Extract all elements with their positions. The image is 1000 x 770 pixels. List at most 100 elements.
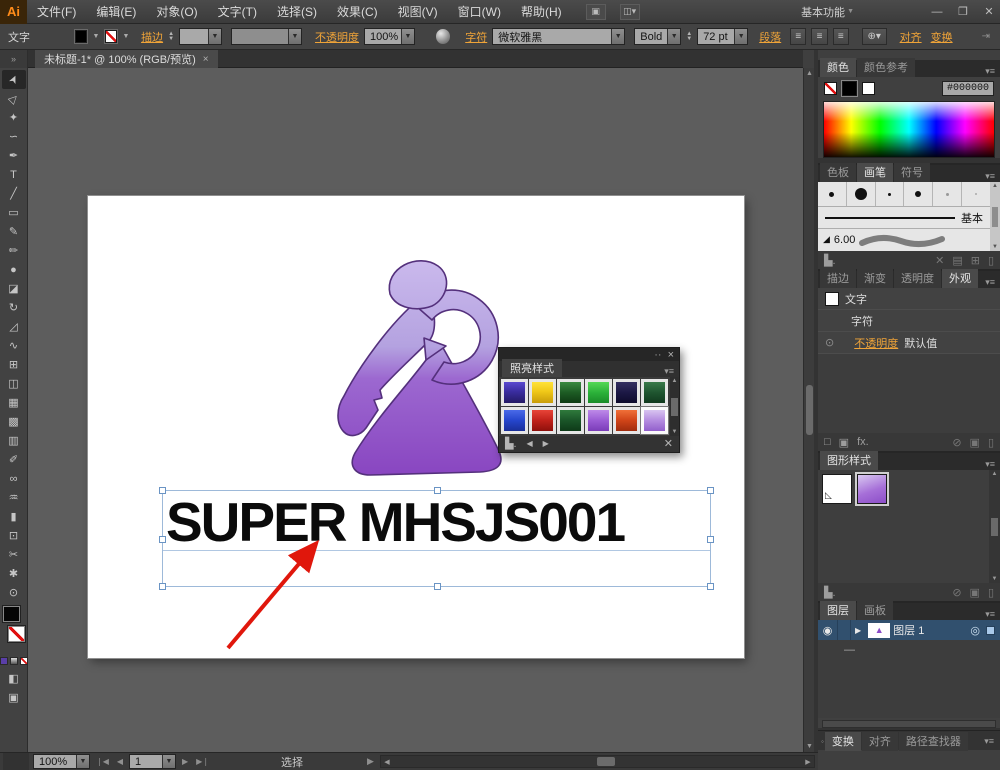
gradient-button[interactable] xyxy=(9,657,18,665)
envelope-distort-icon[interactable]: ⊕▾ xyxy=(861,28,887,45)
menu-window[interactable]: 窗口(W) xyxy=(448,0,511,24)
next-artboard-icon[interactable]: ▶ xyxy=(180,757,190,766)
style-library-tab[interactable]: 照亮样式 xyxy=(502,359,562,377)
tab-layers[interactable]: 图层 xyxy=(820,601,856,620)
layer-expand-icon[interactable]: ▶ xyxy=(851,626,865,635)
menu-type[interactable]: 文字(T) xyxy=(208,0,267,24)
tab-graphic-styles[interactable]: 图形样式 xyxy=(820,451,878,470)
stroke-panel-link[interactable]: 描边 xyxy=(141,29,163,45)
white-swatch[interactable] xyxy=(862,82,875,95)
new-style-icon[interactable]: ▣ xyxy=(970,586,980,599)
document-tab[interactable]: 未标题-1* @ 100% (RGB/预览) × xyxy=(35,50,218,68)
canvas[interactable]: SUPER MHSJS001 ·· × 照亮样式 ▾≡ ▲ ▼ ▙. ◀ ▶ ✕ xyxy=(28,68,803,752)
layer-lock-cell[interactable] xyxy=(838,620,851,640)
tool-rotate[interactable]: ↻ xyxy=(2,298,26,317)
new-brush-icon[interactable]: ⊞ xyxy=(971,254,980,267)
color-spectrum[interactable] xyxy=(823,101,995,158)
panel-menu-icon[interactable]: ▾≡ xyxy=(982,171,998,182)
stroke-dropdown-icon[interactable]: ▼ xyxy=(122,33,130,40)
tool-symbol-sprayer[interactable]: ♒ xyxy=(2,488,26,507)
brush-options-icon[interactable]: ▤ xyxy=(952,254,962,267)
font-size-stepper[interactable]: ▲ ▼ xyxy=(686,31,692,42)
none-button[interactable] xyxy=(19,657,28,665)
scroll-thumb[interactable] xyxy=(991,517,998,536)
remove-brush-stroke-icon[interactable]: ✕ xyxy=(935,254,944,267)
menu-effect[interactable]: 效果(C) xyxy=(327,0,388,24)
appearance-row-opacity[interactable]: ⊙ 不透明度 默认值 xyxy=(818,332,1000,354)
tool-slice[interactable]: ✂ xyxy=(2,545,26,564)
font-family-dropdown[interactable]: 微软雅黑 ▼ xyxy=(492,28,626,45)
tool-eyedropper[interactable]: ✐ xyxy=(2,450,26,469)
scroll-down-icon[interactable]: ▼ xyxy=(672,429,678,435)
tool-pen[interactable]: ✒ xyxy=(2,146,26,165)
opacity-dropdown[interactable]: 100% ▼ xyxy=(364,28,416,45)
scroll-thumb[interactable] xyxy=(992,206,998,227)
opacity-link[interactable]: 不透明度 xyxy=(854,335,898,351)
purple-gradient-style-swatch[interactable] xyxy=(855,472,889,506)
handle-bottom-left[interactable] xyxy=(159,583,166,590)
menu-object[interactable]: 对象(O) xyxy=(146,0,207,24)
opacity-panel-link[interactable]: 不透明度 xyxy=(315,29,359,45)
tab-appearance[interactable]: 外观 xyxy=(942,269,978,288)
fill-swatch[interactable] xyxy=(2,606,20,622)
layers-bottom-scrollbar[interactable] xyxy=(822,720,996,728)
tab-symbols[interactable]: 符号 xyxy=(894,163,930,182)
stroke-weight-stepper[interactable]: ▲ ▼ xyxy=(168,31,174,42)
new-fill-icon[interactable]: ▣ xyxy=(839,436,849,449)
menu-edit[interactable]: 编辑(E) xyxy=(86,0,146,24)
prev-artboard-icon[interactable]: ◀ xyxy=(115,757,125,766)
tool-hand[interactable]: ✱ xyxy=(2,564,26,583)
tab-transparency[interactable]: 透明度 xyxy=(894,269,941,288)
tool-scale[interactable]: ◿ xyxy=(2,317,26,336)
library-menu-icon[interactable]: ▙. xyxy=(505,437,517,450)
handle-top-left[interactable] xyxy=(159,487,166,494)
break-link-style-icon[interactable]: ⊘ xyxy=(952,586,961,599)
clear-appearance-icon[interactable]: ⊘ xyxy=(952,436,961,449)
minimize-button[interactable]: — xyxy=(926,6,948,18)
panel-collapse-icon[interactable]: ·· xyxy=(654,349,661,361)
tab-align[interactable]: 对齐 xyxy=(861,732,898,751)
new-effect-icon[interactable]: fx. xyxy=(857,436,869,448)
tool-direct-selection[interactable]: ▷ xyxy=(2,89,26,108)
style-swatch-light-purple-selected[interactable] xyxy=(640,406,669,435)
panel-menu-icon[interactable]: ▾≡ xyxy=(982,277,998,288)
panel-menu-icon[interactable]: ▾≡ xyxy=(982,66,998,77)
new-stroke-icon[interactable]: □ xyxy=(824,436,831,448)
tool-perspective-grid[interactable]: ▦ xyxy=(2,393,26,412)
appearance-row-type[interactable]: 文字 xyxy=(818,288,1000,310)
screen-mode-button[interactable]: ▣ xyxy=(2,688,26,707)
break-link-icon[interactable]: ✕ xyxy=(664,437,673,450)
align-left-button[interactable]: ≡ xyxy=(790,28,807,45)
tool-lasso[interactable]: ∽ xyxy=(2,127,26,146)
style-swatch-navy[interactable] xyxy=(613,379,640,406)
layer-name[interactable]: 图层 1 xyxy=(893,622,924,638)
style-swatch-purple[interactable] xyxy=(585,407,612,434)
panel-menu-icon[interactable]: ▾≡ xyxy=(982,609,998,620)
delete-brush-icon[interactable]: ▯ xyxy=(988,254,994,267)
style-library-panel[interactable]: ·· × 照亮样式 ▾≡ ▲ ▼ ▙. ◀ ▶ ✕ xyxy=(498,347,680,453)
style-swatch-indigo[interactable] xyxy=(501,379,528,406)
tool-free-transform[interactable]: ⊞ xyxy=(2,355,26,374)
tool-selection[interactable]: ➤ xyxy=(1,70,26,89)
scroll-up-icon[interactable]: ▲ xyxy=(992,183,998,189)
vertical-scroll-thumb[interactable] xyxy=(806,385,813,435)
menu-help[interactable]: 帮助(H) xyxy=(511,0,572,24)
font-style-dropdown[interactable]: Bold ▼ xyxy=(634,28,682,45)
style-swatch-blue[interactable] xyxy=(501,407,528,434)
appearance-row-characters[interactable]: 字符 xyxy=(818,310,1000,332)
vertical-scrollbar[interactable]: ▲ ▼ xyxy=(803,68,814,752)
delete-item-icon[interactable]: ▯ xyxy=(988,436,994,449)
delete-style-icon[interactable]: ▯ xyxy=(988,586,994,599)
stroke-swatch[interactable] xyxy=(7,626,25,642)
next-library-icon[interactable]: ▶ xyxy=(543,439,549,448)
document-close-icon[interactable]: × xyxy=(203,54,209,65)
tab-brushes[interactable]: 画笔 xyxy=(857,163,893,182)
workspace-switcher[interactable]: 基本功能 xyxy=(801,4,845,20)
style-libraries-icon[interactable]: ▙. xyxy=(824,586,836,599)
drawing-mode-button[interactable]: ◧ xyxy=(2,669,26,688)
tool-type[interactable]: T xyxy=(2,165,26,184)
first-artboard-icon[interactable]: ❘◀ xyxy=(94,757,111,766)
black-swatch[interactable] xyxy=(842,81,857,96)
character-panel-link[interactable]: 字符 xyxy=(465,29,487,45)
handle-top-right[interactable] xyxy=(707,487,714,494)
